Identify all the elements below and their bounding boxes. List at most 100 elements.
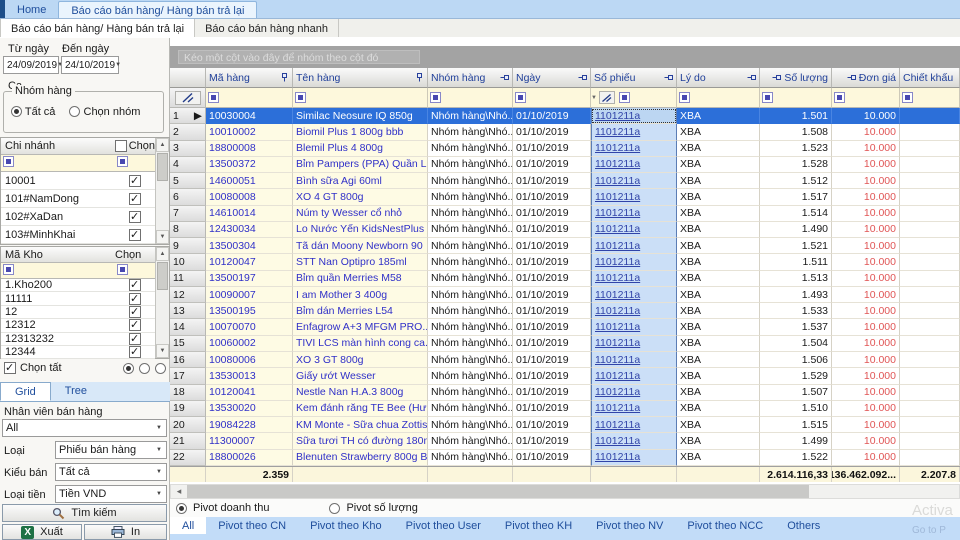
table-cell[interactable]: 1.504 <box>760 336 832 352</box>
table-cell[interactable] <box>900 401 960 417</box>
chi-nhanh-filter-row[interactable] <box>1 155 155 172</box>
voucher-link[interactable]: 1101211a <box>595 337 640 349</box>
column-header[interactable]: Tên hàng <box>293 68 428 88</box>
column-header[interactable]: Lý do <box>677 68 760 88</box>
table-cell[interactable]: Bình sữa Agi 60ml <box>293 173 428 189</box>
row-checkbox[interactable] <box>129 229 141 241</box>
table-cell[interactable]: XBA <box>677 222 760 238</box>
voucher-link[interactable]: 1101211a <box>595 142 640 154</box>
edit-filter-icon[interactable] <box>599 91 615 104</box>
row-header-corner[interactable] <box>170 68 206 88</box>
table-cell[interactable]: XO 3 GT 800g <box>293 352 428 368</box>
chevron-down-icon[interactable]: ▼ <box>115 57 121 73</box>
table-cell[interactable] <box>900 141 960 157</box>
table-cell[interactable]: 10.000 <box>832 450 900 466</box>
scroll-left-icon[interactable]: ◂ <box>171 485 187 498</box>
list-item[interactable]: 102#XaDan <box>1 208 155 226</box>
table-cell[interactable]: Nhóm hàng\Nhó... <box>428 385 513 401</box>
table-cell[interactable]: Nhóm hàng\Nhó... <box>428 238 513 254</box>
table-cell[interactable]: XBA <box>677 157 760 173</box>
row-checkbox[interactable] <box>129 193 141 205</box>
table-cell[interactable]: 1101211a <box>591 124 677 140</box>
filter-icon[interactable] <box>430 92 441 103</box>
table-row[interactable]: 812430034Lo Nước Yến KidsNestPlus -..Nhó… <box>170 222 960 238</box>
chi-nhanh-col-header[interactable]: Chi nhánh <box>1 140 115 152</box>
table-cell[interactable] <box>900 385 960 401</box>
horizontal-scrollbar[interactable]: ◂ <box>170 484 960 499</box>
table-cell[interactable]: 10120047 <box>206 254 293 270</box>
voucher-link[interactable]: 1101211a <box>595 175 640 187</box>
filter-icon[interactable] <box>515 92 526 103</box>
voucher-link[interactable]: 1101211a <box>595 110 640 122</box>
table-cell[interactable]: 10030004 <box>206 108 293 124</box>
voucher-link[interactable]: 1101211a <box>595 256 640 268</box>
table-cell[interactable] <box>900 238 960 254</box>
voucher-link[interactable]: 1101211a <box>595 451 640 463</box>
list-item[interactable]: 10001 <box>1 172 155 190</box>
table-cell[interactable]: Lo Nước Yến KidsNestPlus -.. <box>293 222 428 238</box>
filter-cell[interactable] <box>206 88 293 108</box>
table-cell[interactable]: Blenuten Strawberry 800g B <box>293 450 428 466</box>
row-checkbox[interactable] <box>129 293 141 305</box>
table-cell[interactable] <box>900 433 960 449</box>
table-cell[interactable]: 13500304 <box>206 238 293 254</box>
pin-icon[interactable] <box>500 73 509 82</box>
table-cell[interactable]: 10.000 <box>832 124 900 140</box>
export-button[interactable]: X Xuất <box>2 524 82 540</box>
table-cell[interactable]: TIVI LCS màn hình cong ca.. <box>293 336 428 352</box>
pivot-tab-pivot-theo-cn[interactable]: Pivot theo CN <box>206 517 298 534</box>
table-row[interactable]: 1210090007I am Mother 3 400gNhóm hàng\Nh… <box>170 287 960 303</box>
table-cell[interactable]: XBA <box>677 124 760 140</box>
table-row[interactable]: 610080008XO 4 GT 800gNhóm hàng\Nhó...01/… <box>170 189 960 205</box>
row-checkbox[interactable] <box>129 333 141 345</box>
table-cell[interactable]: 1.499 <box>760 433 832 449</box>
table-cell[interactable]: XBA <box>677 336 760 352</box>
table-cell[interactable]: 1.521 <box>760 238 832 254</box>
table-row[interactable]: 913500304Tã dán Moony Newborn 90Nhóm hàn… <box>170 238 960 254</box>
table-cell[interactable]: 19084228 <box>206 417 293 433</box>
table-row[interactable]: 1010120047STT Nan Optipro 185mlNhóm hàng… <box>170 254 960 270</box>
table-cell[interactable] <box>900 303 960 319</box>
table-cell[interactable]: Nestle Nan H.A.3 800g <box>293 385 428 401</box>
table-cell[interactable]: 10010002 <box>206 124 293 140</box>
table-cell[interactable]: 10.000 <box>832 287 900 303</box>
table-cell[interactable]: 01/10/2019 <box>513 385 591 401</box>
table-cell[interactable]: Biomil Plus 1 800g bbb <box>293 124 428 140</box>
tab-bao-cao-ban-hang[interactable]: Báo cáo bán hàng/ Hàng bán trả lại <box>58 1 257 18</box>
table-cell[interactable]: XBA <box>677 254 760 270</box>
table-cell[interactable] <box>900 124 960 140</box>
table-cell[interactable]: 1.523 <box>760 141 832 157</box>
clear-filter-button[interactable] <box>170 88 206 108</box>
table-cell[interactable]: XBA <box>677 173 760 189</box>
table-cell[interactable] <box>900 319 960 335</box>
list-item[interactable]: 12313232 <box>1 333 155 346</box>
list-item[interactable]: 12312 <box>1 319 155 332</box>
pivot-tab-pivot-theo-nv[interactable]: Pivot theo NV <box>584 517 675 534</box>
pivot-tab-others[interactable]: Others <box>775 517 832 534</box>
voucher-link[interactable]: 1101211a <box>595 126 640 138</box>
table-cell[interactable]: 1.506 <box>760 352 832 368</box>
table-cell[interactable]: Nhóm hàng\Nhó... <box>428 336 513 352</box>
table-cell[interactable]: 1.508 <box>760 124 832 140</box>
pivot-tab-pivot-theo-user[interactable]: Pivot theo User <box>394 517 493 534</box>
table-cell[interactable]: Bỉm quần Merries M58 <box>293 271 428 287</box>
table-cell[interactable]: XBA <box>677 433 760 449</box>
pin-icon[interactable] <box>772 73 781 82</box>
table-cell[interactable]: Nhóm hàng\Nhó... <box>428 206 513 222</box>
table-cell[interactable]: Nhóm hàng\Nhó... <box>428 352 513 368</box>
table-cell[interactable]: Nhóm hàng\Nhó... <box>428 450 513 466</box>
table-cell[interactable]: 1.511 <box>760 254 832 270</box>
table-row[interactable]: 1 ▶10030004Similac Neosure IQ 850gNhóm h… <box>170 108 960 124</box>
print-button[interactable]: In <box>84 524 167 540</box>
ma-kho-scrollbar[interactable]: ▲ ▼ <box>155 247 169 358</box>
column-header[interactable]: Nhóm hàng <box>428 68 513 88</box>
loai-combo[interactable]: Phiếu bán hàng ▼ <box>55 441 167 459</box>
table-cell[interactable]: 1101211a <box>591 108 677 124</box>
ma-kho-col-header[interactable]: Mã Kho <box>1 249 115 261</box>
table-cell[interactable]: Nhóm hàng\Nhó... <box>428 417 513 433</box>
table-cell[interactable]: 10.000 <box>832 173 900 189</box>
table-cell[interactable]: XBA <box>677 319 760 335</box>
table-cell[interactable]: 18800008 <box>206 141 293 157</box>
filter-cell[interactable]: ▼ <box>591 88 677 108</box>
from-date-combo[interactable]: 24/09/2019 ▼ <box>3 56 59 74</box>
